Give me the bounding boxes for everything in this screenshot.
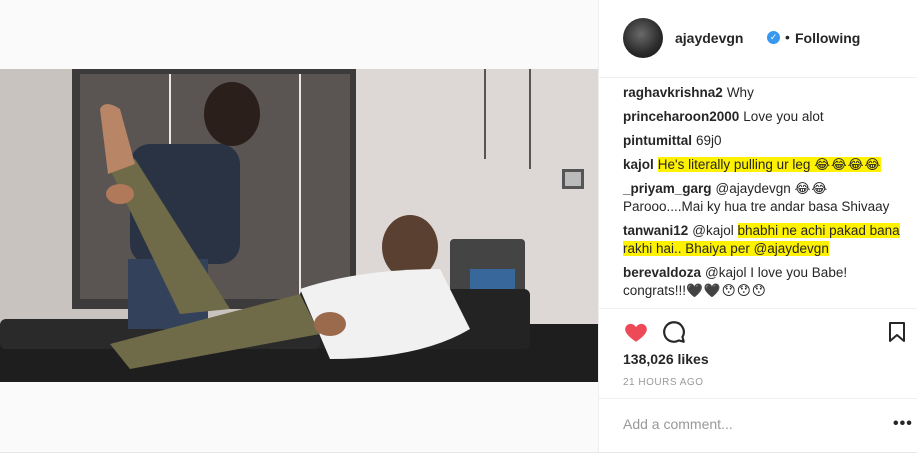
comment-username[interactable]: berevaldoza <box>623 265 701 280</box>
instagram-post: ajaydevgn ✓ • Following raghavkrishna2 Wh… <box>0 0 917 453</box>
emoji-laugh-icon: 😂😂 <box>794 181 829 196</box>
likes-count[interactable]: 138,026 likes <box>623 351 709 367</box>
comment-username[interactable]: pintumittal <box>623 133 692 148</box>
comment: raghavkrishna2 Why <box>623 84 908 102</box>
emoji-heart-icon: 🖤🖤😯😯😯 <box>686 283 767 298</box>
post-header: ajaydevgn ✓ • Following <box>599 0 917 78</box>
comment-text-highlighted: He's literally pulling ur leg 😂😂😂😂 <box>657 157 882 172</box>
comment: pintumittal 69j0 <box>623 132 908 150</box>
post-actions <box>599 308 917 353</box>
comment-username[interactable]: tanwani12 <box>623 223 688 238</box>
comment-text: Why <box>726 85 754 100</box>
comment-username[interactable]: _priyam_garg <box>623 181 712 196</box>
comments-list: raghavkrishna2 Why princeharoon2000 Love y… <box>623 84 908 306</box>
more-options-icon[interactable]: ••• <box>893 415 913 433</box>
photo-illustration <box>0 69 598 382</box>
following-button[interactable]: Following <box>795 30 860 46</box>
post-timestamp[interactable]: 21 HOURS AGO <box>623 377 703 388</box>
post-side-panel: ajaydevgn ✓ • Following raghavkrishna2 Wh… <box>598 0 917 452</box>
separator-dot: • <box>785 29 790 45</box>
comment-username[interactable]: princeharoon2000 <box>623 109 739 124</box>
comment: berevaldoza @kajol I love you Babe! congr… <box>623 264 908 300</box>
bookmark-icon[interactable] <box>885 319 911 345</box>
media-area <box>0 0 598 452</box>
comment-text: Parooo....Mai ky hua tre andar basa Shiv… <box>623 199 890 214</box>
comment: kajol He's literally pulling ur leg 😂😂😂😂 <box>623 156 908 174</box>
emoji-laugh-icon: 😂😂😂😂 <box>814 157 882 172</box>
comment: princeharoon2000 Love you alot <box>623 108 908 126</box>
comment-text: He's literally pulling ur leg <box>657 157 811 172</box>
add-comment-bar: ••• <box>599 398 917 452</box>
post-username[interactable]: ajaydevgn <box>675 30 743 46</box>
comment-mention[interactable]: @ajaydevgn <box>716 181 791 196</box>
comment: _priyam_garg @ajaydevgn 😂😂 Parooo....Mai … <box>623 180 908 216</box>
avatar[interactable] <box>623 18 663 58</box>
comment-mention[interactable]: @kajol <box>692 223 733 238</box>
add-comment-input[interactable] <box>623 413 873 435</box>
comment-bubble-icon[interactable] <box>661 319 687 345</box>
comment-text: 69j0 <box>696 133 722 148</box>
comment-text: Love you alot <box>743 109 824 124</box>
comment: tanwani12 @kajol bhabhi ne achi pakad ban… <box>623 222 908 258</box>
comment-username[interactable]: raghavkrishna2 <box>623 85 723 100</box>
post-photo[interactable] <box>0 69 598 382</box>
like-heart-icon[interactable] <box>623 319 649 345</box>
verified-badge-icon: ✓ <box>767 31 780 44</box>
comment-username[interactable]: kajol <box>623 157 654 172</box>
